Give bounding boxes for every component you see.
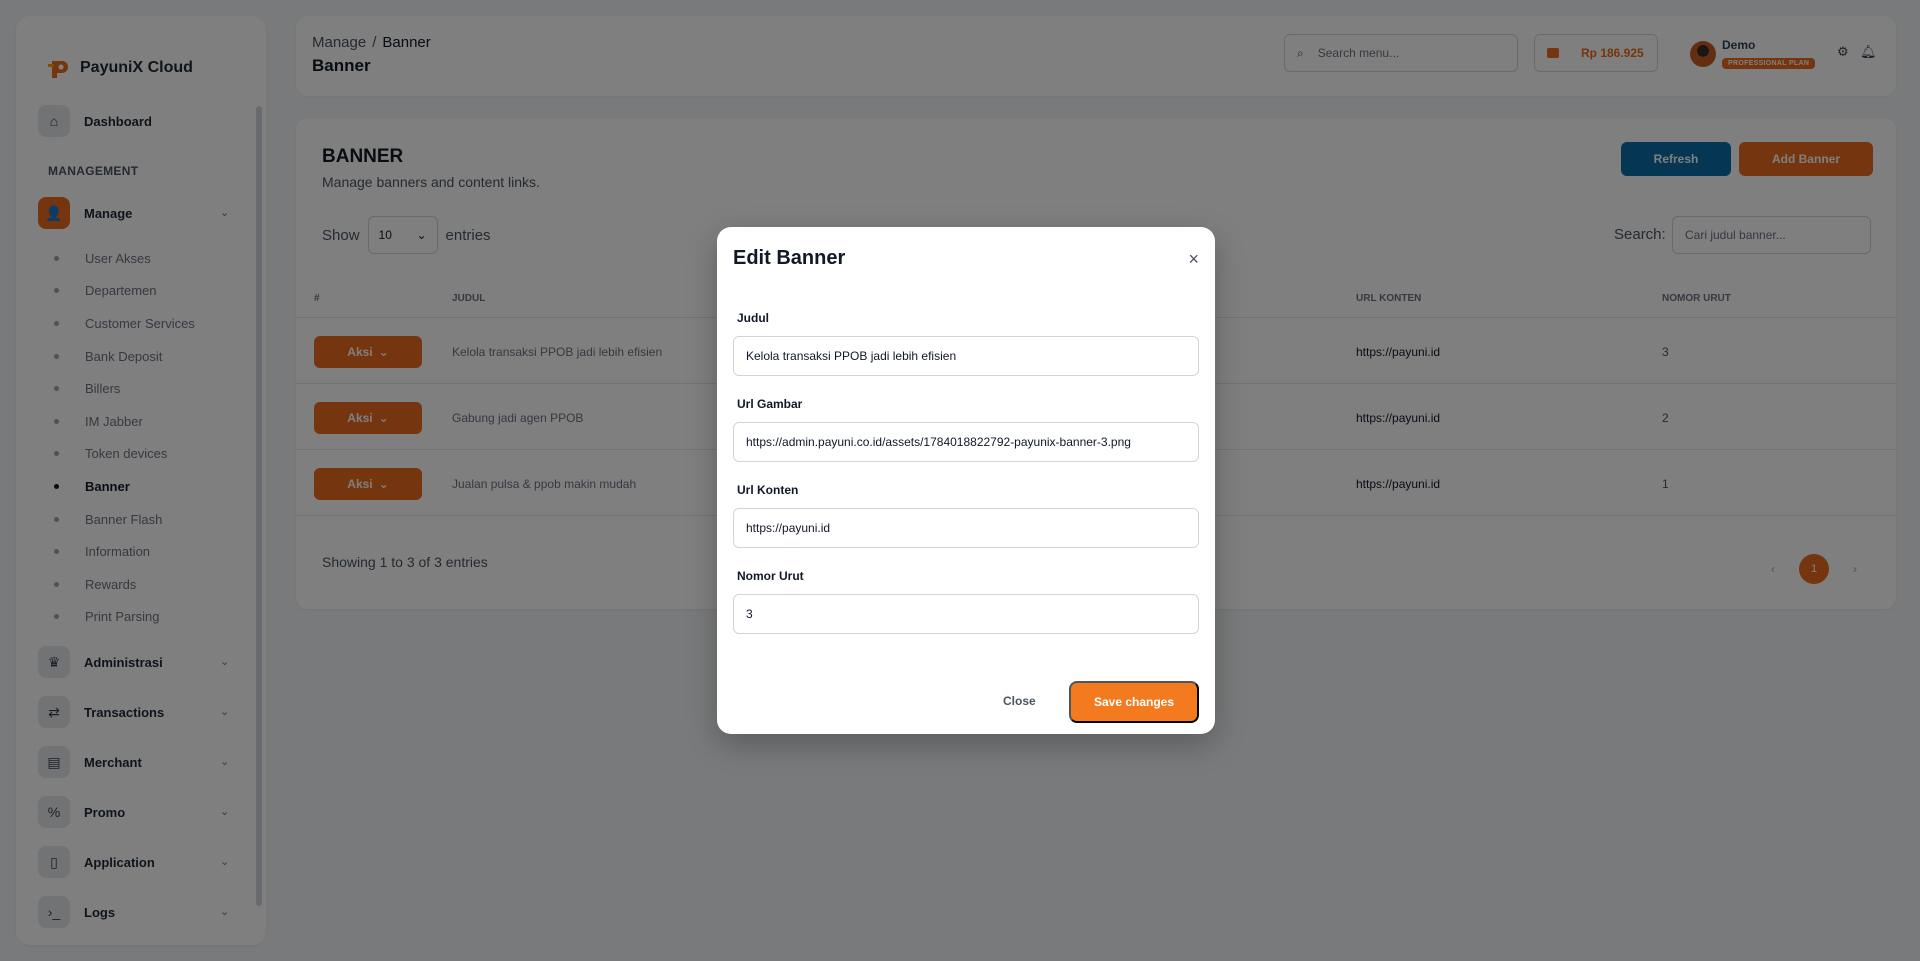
close-icon[interactable]: ×: [1188, 249, 1199, 270]
close-button[interactable]: Close: [1003, 694, 1036, 708]
url-gambar-label: Url Gambar: [737, 397, 803, 411]
url-konten-label: Url Konten: [737, 483, 799, 497]
save-changes-button[interactable]: Save changes: [1069, 681, 1199, 723]
nomor-urut-input[interactable]: 3: [733, 594, 1199, 634]
judul-input[interactable]: Kelola transaksi PPOB jadi lebih efisien: [733, 336, 1199, 376]
url-gambar-input[interactable]: https://admin.payuni.co.id/assets/178401…: [733, 422, 1199, 462]
nomor-urut-label: Nomor Urut: [737, 569, 804, 583]
judul-label: Judul: [737, 311, 769, 325]
modal-title: Edit Banner: [733, 247, 846, 269]
url-konten-input[interactable]: https://payuni.id: [733, 508, 1199, 548]
edit-banner-modal: Edit Banner × Judul Kelola transaksi PPO…: [717, 227, 1215, 734]
